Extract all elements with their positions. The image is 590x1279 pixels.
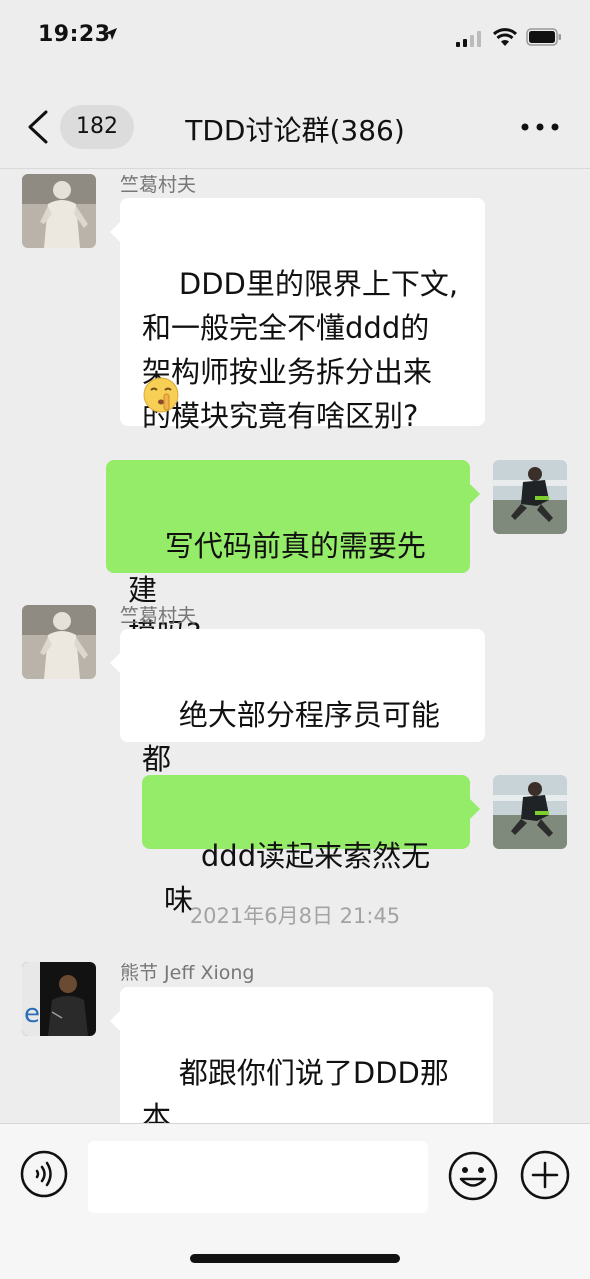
person-avatar-icon: e [22, 962, 96, 1036]
message-text: DDD里的限界上下文, 和一般完全不懂ddd的 架构师按业务拆分出来 的模块究竟… [142, 267, 459, 433]
cellular-signal-icon [456, 31, 481, 47]
my-avatar[interactable] [493, 775, 567, 849]
statue-avatar-icon [22, 605, 96, 679]
my-avatar[interactable] [493, 460, 567, 534]
message-text-input[interactable] [88, 1141, 428, 1213]
shushing-face-emoji-icon [143, 377, 179, 413]
message-bubble[interactable]: 绝大部分程序员可能都 没听说过建模 [110, 629, 485, 820]
message-bubble[interactable]: 写代码前真的需要先建 模吗? [106, 460, 480, 651]
svg-text:e: e [24, 999, 40, 1029]
message-bubble[interactable]: ddd读起来索然无味 [142, 775, 480, 917]
sender-avatar[interactable] [22, 605, 96, 679]
sender-name: 竺葛村夫 [120, 605, 197, 627]
sender-avatar[interactable]: e [22, 962, 96, 1036]
sender-name: 熊节 Jeff Xiong [120, 962, 255, 984]
emoji-icon[interactable] [447, 1150, 499, 1202]
message-bubble[interactable]: 都跟你们说了DDD那本 书不是用来指导实践的 嘛 [110, 987, 493, 1123]
chat-timestamp: 2021年6月8日 21:45 [189, 904, 401, 928]
battery-icon [526, 28, 561, 46]
voice-input-icon[interactable] [20, 1150, 68, 1198]
chat-header: 182 TDD讨论群(386) [0, 76, 590, 169]
message-list[interactable]: 竺葛村夫 DDD里的限界上下文, 和一般完全不懂ddd的 架构师按业务拆分出来 … [0, 169, 590, 1123]
status-bar: 19:23 [0, 0, 590, 76]
photo-avatar-icon [493, 775, 567, 849]
sender-avatar[interactable] [22, 174, 96, 248]
add-attachment-icon[interactable] [520, 1150, 570, 1200]
chat-title: TDD讨论群(386) [185, 114, 405, 147]
wifi-icon [492, 28, 518, 46]
message-bubble[interactable]: DDD里的限界上下文, 和一般完全不懂ddd的 架构师按业务拆分出来 的模块究竟… [110, 198, 485, 433]
statue-avatar-icon [22, 174, 96, 248]
sender-name: 竺葛村夫 [120, 174, 197, 196]
home-indicator [190, 1254, 400, 1263]
photo-avatar-icon [493, 460, 567, 534]
message-text: 都跟你们说了DDD那本 书不是用来指导实践的 嘛 [142, 1056, 449, 1123]
status-time: 19:23 [38, 22, 111, 47]
more-options-icon[interactable] [520, 122, 560, 132]
location-arrow-icon [105, 28, 117, 40]
